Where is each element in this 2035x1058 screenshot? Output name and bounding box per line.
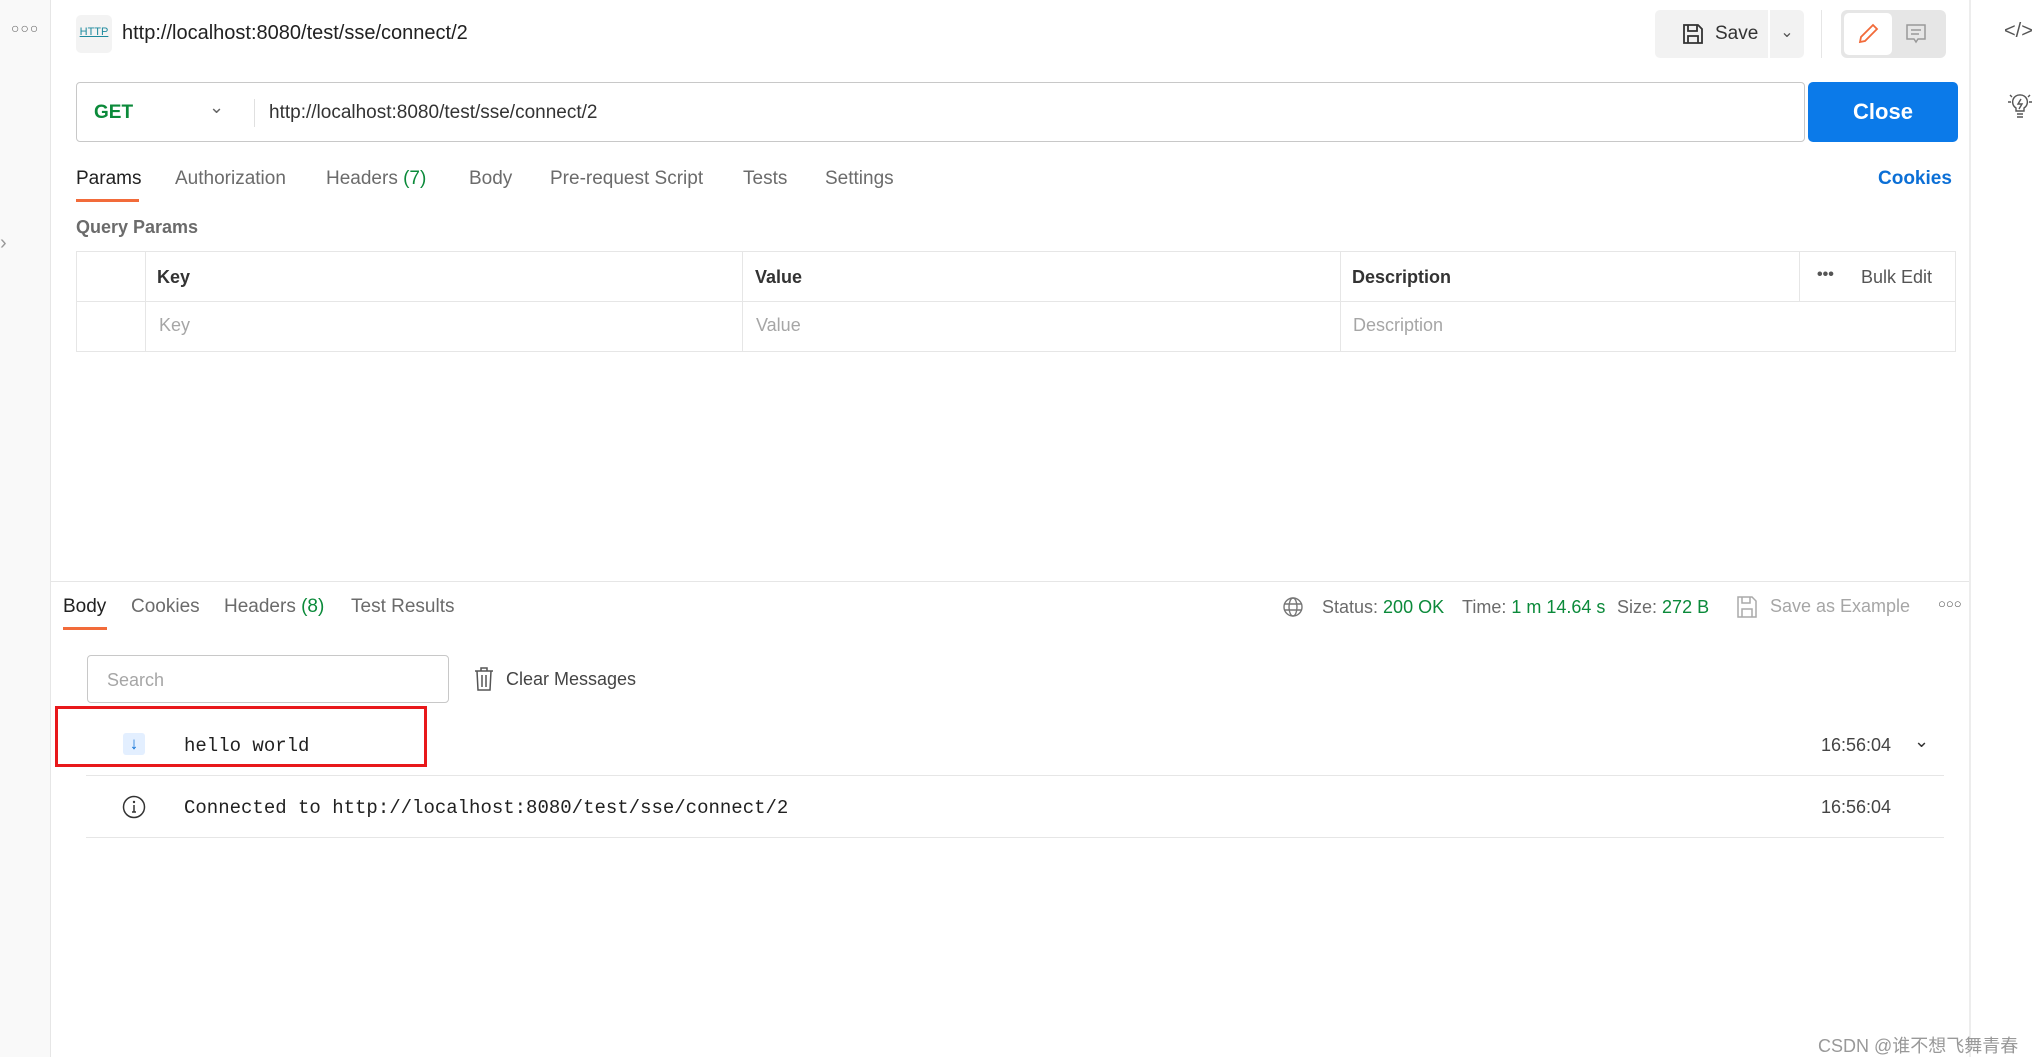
column-header-key: Key: [157, 267, 191, 287]
headers-count: (8): [301, 596, 325, 617]
headers-count: (7): [403, 168, 427, 189]
tab-pre-request-script[interactable]: Pre-request Script: [550, 168, 703, 190]
code-icon[interactable]: </>: [2004, 20, 2033, 43]
left-sidebar: ○○○ ›: [0, 0, 51, 1057]
active-tab-indicator: [63, 627, 107, 630]
info-icon: [122, 795, 146, 819]
status-value: 200 OK: [1383, 597, 1445, 617]
highlight-box: [55, 706, 427, 767]
tab-response-cookies[interactable]: Cookies: [131, 596, 200, 618]
divider: [254, 99, 255, 127]
method-select[interactable]: GET: [94, 102, 133, 124]
chevron-down-icon: ⌄: [1780, 24, 1794, 41]
http-icon: HTTP: [76, 15, 112, 53]
bulk-edit-button[interactable]: Bulk Edit: [1861, 267, 1932, 288]
tab-params[interactable]: Params: [76, 168, 141, 190]
save-icon: [1737, 596, 1757, 618]
request-bar: GET ⌄ http://localhost:8080/test/sse/con…: [76, 82, 1805, 142]
divider: [1821, 10, 1822, 58]
messages-search-input[interactable]: Search: [87, 655, 449, 703]
pencil-icon: [1858, 23, 1879, 44]
more-icon[interactable]: ○○○: [11, 20, 39, 36]
column-header-description: Description: [1352, 267, 1452, 287]
description-input[interactable]: Description: [1353, 315, 1443, 336]
tab-test-results[interactable]: Test Results: [351, 596, 454, 618]
more-options-icon[interactable]: ○○○: [1938, 596, 1962, 611]
request-title[interactable]: http://localhost:8080/test/sse/connect/2: [122, 22, 468, 45]
message-text: Connected to http://localhost:8080/test/…: [184, 797, 789, 819]
close-button[interactable]: Close: [1808, 82, 1958, 142]
tab-authorization[interactable]: Authorization: [175, 168, 286, 190]
lightbulb-icon[interactable]: [2007, 92, 2033, 120]
message-time: 16:56:04: [1821, 735, 1892, 755]
right-sidebar: </>: [1969, 0, 2035, 1057]
edit-mode-button[interactable]: [1844, 13, 1892, 55]
watermark: CSDN @谁不想飞舞青春: [1818, 1036, 2019, 1056]
tab-label: Headers: [326, 168, 398, 189]
response-divider: [51, 581, 1969, 582]
url-input[interactable]: http://localhost:8080/test/sse/connect/2: [269, 102, 597, 124]
key-input[interactable]: Key: [159, 315, 190, 336]
globe-icon[interactable]: [1282, 596, 1304, 618]
tab-response-headers[interactable]: Headers (8): [224, 596, 324, 618]
chevron-down-icon[interactable]: ⌄: [209, 97, 224, 118]
size-label: Size:: [1617, 597, 1658, 617]
tab-tests[interactable]: Tests: [743, 168, 787, 190]
clear-messages-button[interactable]: Clear Messages: [506, 669, 636, 690]
save-as-example-button[interactable]: Save as Example: [1770, 596, 1910, 617]
trash-icon[interactable]: [474, 667, 494, 691]
query-params-table: Key Value Description ••• Bulk Edit Key …: [76, 251, 1956, 352]
tab-headers[interactable]: Headers (7): [326, 168, 426, 190]
save-icon: [1683, 24, 1703, 44]
expand-chevron-icon[interactable]: ⌄: [1914, 731, 1929, 752]
active-tab-indicator: [76, 199, 139, 202]
comment-icon[interactable]: [1905, 23, 1927, 45]
more-options-icon[interactable]: •••: [1817, 266, 1834, 284]
save-label: Save: [1715, 23, 1759, 44]
expand-chevron-icon[interactable]: ›: [0, 232, 7, 255]
query-params-title: Query Params: [76, 217, 199, 237]
view-toggle: [1841, 10, 1946, 58]
tab-body[interactable]: Body: [469, 168, 512, 190]
cookies-link[interactable]: Cookies: [1878, 168, 1952, 190]
status-label: Status:: [1322, 597, 1379, 617]
time-label: Time:: [1462, 597, 1507, 617]
message-time: 16:56:04: [1821, 797, 1892, 817]
column-header-value: Value: [755, 267, 803, 287]
save-dropdown-button[interactable]: ⌄: [1768, 10, 1804, 58]
time-value[interactable]: 1 m 14.64 s: [1511, 597, 1605, 617]
tab-response-body[interactable]: Body: [63, 596, 106, 618]
http-badge: HTTP: [79, 26, 109, 38]
tab-label: Headers: [224, 596, 296, 617]
message-row[interactable]: Connected to http://localhost:8080/test/…: [86, 776, 1944, 838]
search-placeholder: Search: [107, 670, 165, 690]
value-input[interactable]: Value: [756, 315, 801, 336]
size-value[interactable]: 272 B: [1662, 597, 1709, 617]
tab-settings[interactable]: Settings: [825, 168, 894, 190]
